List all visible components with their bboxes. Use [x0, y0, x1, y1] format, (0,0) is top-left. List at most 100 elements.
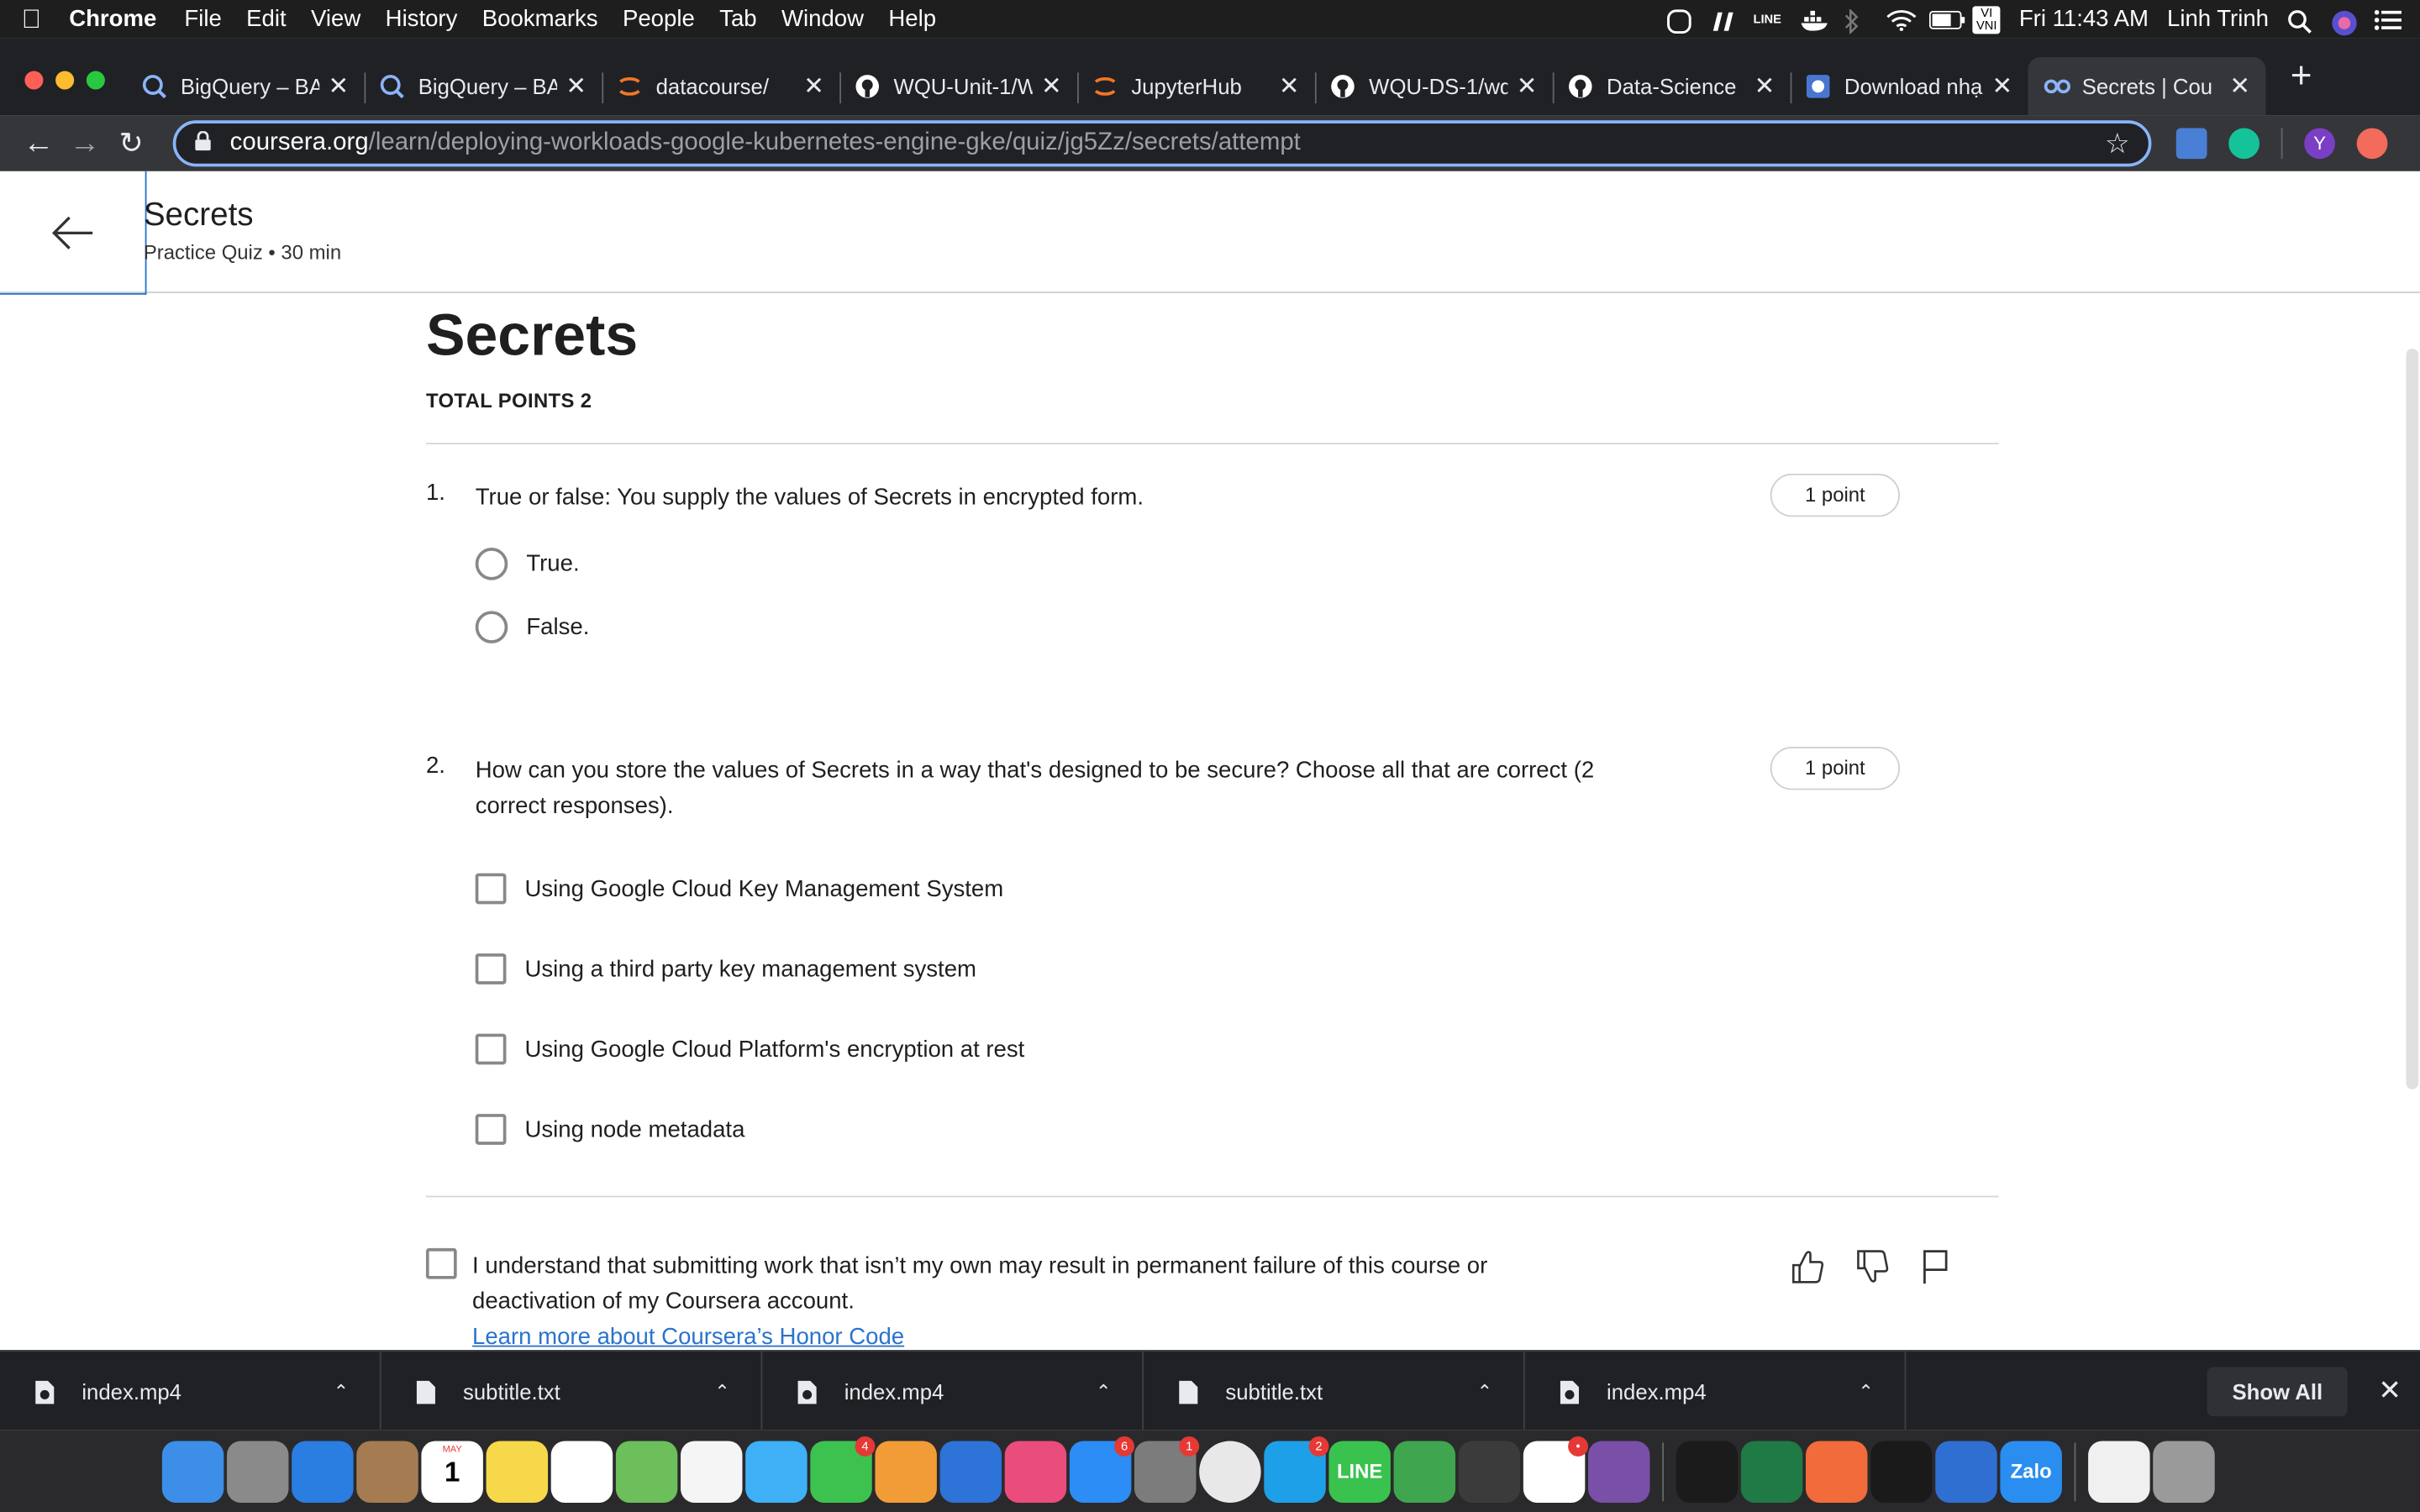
bluetooth-icon[interactable] — [1843, 7, 1867, 34]
browser-tab[interactable]: BigQuery – BA ✕ — [127, 57, 365, 116]
system-preferences-icon[interactable]: 1 — [1134, 1436, 1200, 1503]
contacts-icon[interactable] — [356, 1441, 418, 1503]
app-store-icon[interactable]: 6 — [1069, 1436, 1135, 1503]
browser-tab[interactable]: BigQuery – BA ✕ — [364, 57, 602, 116]
finder-icon[interactable] — [161, 1441, 224, 1503]
chevron-up-icon[interactable]: ⌃ — [1858, 1380, 1873, 1402]
chrome-icon[interactable] — [1199, 1441, 1261, 1503]
status-app-icon[interactable] — [1710, 8, 1734, 30]
line-icon[interactable]: LINE — [1328, 1441, 1391, 1503]
terminal-icon[interactable] — [1870, 1441, 1933, 1503]
checkbox[interactable] — [475, 953, 507, 984]
launchpad-icon[interactable] — [227, 1441, 289, 1503]
menubar-clock[interactable]: Fri 11:43 AM — [2019, 6, 2149, 32]
browser-tab[interactable]: Data-Science ✕ — [1552, 57, 1791, 116]
wqu-icon[interactable] — [1935, 1441, 1997, 1503]
notes-icon[interactable] — [486, 1441, 549, 1503]
status-circle-icon[interactable] — [1666, 8, 1691, 34]
option-third-party-kms[interactable]: Using a third party key management syste… — [475, 950, 1999, 987]
option-true[interactable]: True. — [475, 544, 1999, 581]
menu-help[interactable]: Help — [888, 6, 936, 32]
spotlight-search-icon[interactable] — [2287, 8, 2312, 33]
checkbox[interactable] — [475, 1033, 507, 1065]
input-source-icon[interactable]: VI VNI — [1972, 5, 2001, 34]
browser-tab[interactable]: datacourse/ ✕ — [602, 57, 839, 116]
safari-icon[interactable] — [292, 1441, 354, 1503]
excel-icon[interactable] — [1740, 1441, 1803, 1503]
keynote-icon[interactable] — [939, 1441, 1002, 1503]
radio-button[interactable] — [475, 547, 508, 580]
profile-avatar[interactable]: Y — [2304, 128, 2335, 160]
close-tab-icon[interactable]: ✕ — [566, 71, 587, 102]
honor-code-checkbox[interactable] — [425, 1247, 457, 1279]
facetime-icon[interactable]: 4 — [810, 1436, 876, 1503]
skype-icon[interactable]: 2 — [1264, 1436, 1329, 1503]
close-tab-icon[interactable]: ✕ — [2229, 71, 2250, 102]
reload-icon[interactable]: ↻ — [108, 126, 155, 161]
back-arrow-icon[interactable]: ← — [15, 126, 61, 161]
photos-icon[interactable] — [681, 1441, 743, 1503]
option-cloud-kms[interactable]: Using Google Cloud Key Management System — [475, 870, 1999, 907]
menu-window[interactable]: Window — [781, 6, 864, 32]
sublime-icon[interactable] — [1458, 1441, 1521, 1503]
chevron-up-icon[interactable]: ⌃ — [714, 1380, 729, 1402]
radio-button[interactable] — [475, 610, 508, 643]
menu-file[interactable]: File — [184, 6, 221, 32]
menubar-user[interactable]: Linh Trinh — [2167, 6, 2269, 32]
thumbs-up-icon[interactable] — [1791, 1248, 1824, 1285]
chevron-up-icon[interactable]: ⌃ — [1096, 1380, 1111, 1402]
checkbox[interactable] — [475, 873, 507, 905]
zoom-window-button[interactable] — [86, 71, 105, 90]
close-tab-icon[interactable]: ✕ — [1991, 71, 2012, 102]
show-all-button[interactable]: Show All — [2207, 1366, 2348, 1416]
notification-center-icon[interactable] — [2374, 8, 2402, 30]
turtle-icon[interactable] — [1393, 1441, 1456, 1503]
browser-tab[interactable]: Secrets | Cou ✕ — [2028, 56, 2266, 116]
siri-icon[interactable] — [2330, 8, 2357, 35]
trash-icon[interactable] — [2153, 1441, 2215, 1503]
github-desktop-icon[interactable] — [1588, 1441, 1650, 1503]
lock-icon[interactable] — [194, 130, 211, 155]
browser-tab[interactable]: Download nhạ ✕ — [1790, 57, 2028, 116]
checkbox[interactable] — [475, 1114, 507, 1145]
close-tab-icon[interactable]: ✕ — [1517, 71, 1538, 102]
bookmark-star-icon[interactable]: ☆ — [2105, 128, 2130, 160]
close-tab-icon[interactable]: ✕ — [1041, 71, 1062, 102]
chevron-up-icon[interactable]: ⌃ — [334, 1380, 349, 1402]
download-item[interactable]: subtitle.txt ⌃ — [381, 1351, 763, 1431]
update-extension-icon[interactable] — [2356, 128, 2388, 160]
forward-arrow-icon[interactable]: → — [61, 126, 108, 161]
pages-icon[interactable] — [875, 1441, 937, 1503]
back-button[interactable] — [0, 171, 147, 295]
close-tab-icon[interactable]: ✕ — [1754, 71, 1776, 102]
grammarly-extension-icon[interactable] — [2228, 128, 2260, 160]
browser-tab[interactable]: JupyterHub ✕ — [1077, 57, 1315, 116]
wifi-icon[interactable] — [1886, 8, 1917, 31]
browser-tab[interactable]: WQU-Unit-1/W ✕ — [839, 57, 1077, 116]
messages-icon[interactable] — [745, 1441, 808, 1503]
docker-icon[interactable] — [1800, 8, 1828, 30]
close-window-button[interactable] — [24, 71, 44, 90]
apple-menu-icon[interactable]:  — [22, 4, 41, 35]
menu-people[interactable]: People — [623, 6, 695, 32]
line-status-icon[interactable]: LINE — [1753, 13, 1781, 27]
slack-icon[interactable]: • — [1523, 1436, 1589, 1503]
battery-icon[interactable] — [1929, 8, 1965, 30]
itunes-icon[interactable] — [1004, 1441, 1067, 1503]
download-item[interactable]: subtitle.txt ⌃ — [1144, 1351, 1525, 1431]
activity-icon[interactable] — [1676, 1441, 1739, 1503]
option-false[interactable]: False. — [475, 608, 1999, 645]
thumbs-down-icon[interactable] — [1855, 1248, 1889, 1285]
postman-icon[interactable] — [1805, 1441, 1868, 1503]
close-tab-icon[interactable]: ✕ — [328, 71, 349, 102]
calendar-icon[interactable]: MAY 1 — [421, 1441, 483, 1503]
document-icon[interactable] — [2088, 1441, 2150, 1503]
flag-icon[interactable] — [1920, 1248, 1951, 1285]
menu-bookmarks[interactable]: Bookmarks — [482, 6, 598, 32]
option-node-metadata[interactable]: Using node metadata — [475, 1110, 1999, 1147]
download-item[interactable]: index.mp4 ⌃ — [1525, 1351, 1907, 1431]
close-tab-icon[interactable]: ✕ — [1279, 71, 1300, 102]
reminders-icon[interactable] — [550, 1441, 613, 1503]
page-scrollbar[interactable] — [2406, 349, 2419, 1089]
close-tab-icon[interactable]: ✕ — [803, 71, 824, 102]
